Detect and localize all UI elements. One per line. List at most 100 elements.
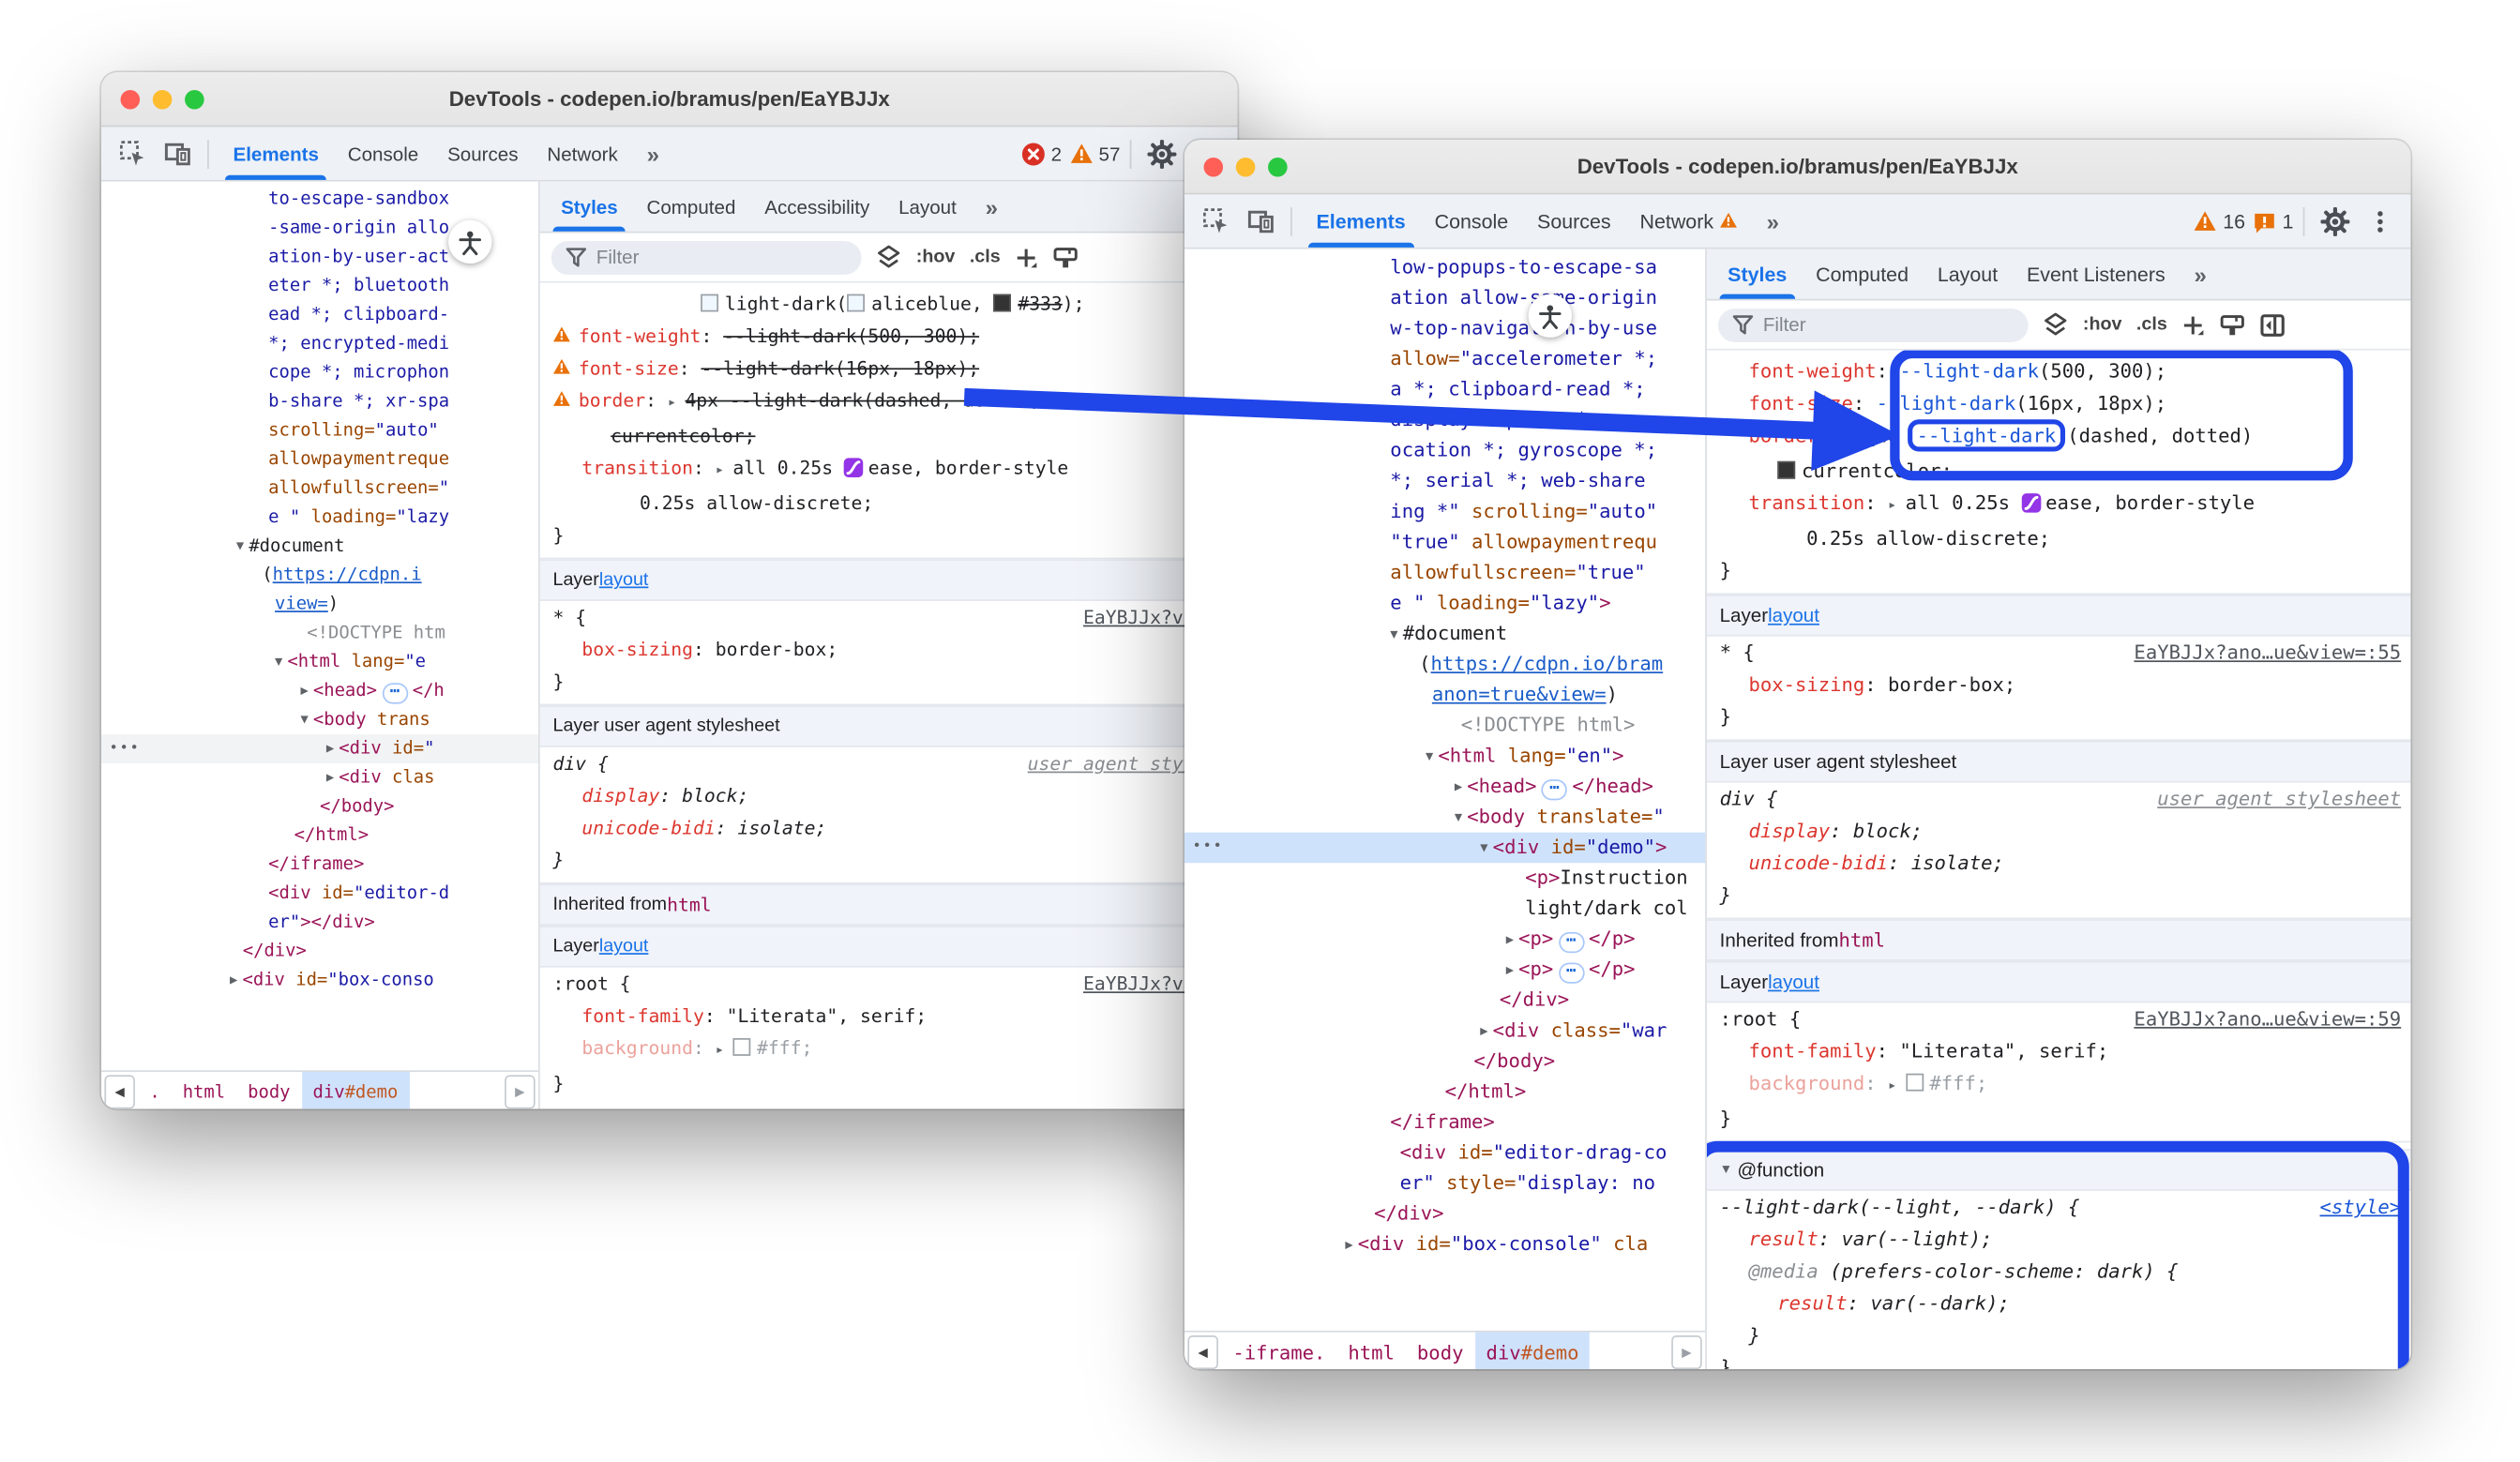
dom-tree-line[interactable]: allowfullscreen="true"	[1185, 558, 1705, 589]
dom-tree-line[interactable]: eter *; bluetooth	[101, 272, 538, 301]
breadcrumb-item[interactable]: body	[236, 1072, 301, 1108]
pane-tab-accessibility[interactable]: Accessibility	[750, 182, 884, 232]
toggle-element-class-cls[interactable]: .cls	[2136, 315, 2167, 335]
style-declaration[interactable]: 0.25s allow-discrete;	[540, 487, 1238, 519]
dom-tree-line[interactable]: ▼<html lang="e	[101, 648, 538, 677]
dom-tree-line[interactable]: </html>	[101, 821, 538, 851]
error-count-badge[interactable]: 2	[1022, 143, 1062, 165]
dom-tree-line[interactable]: b-share *; xr-spa	[101, 387, 538, 416]
tab-console[interactable]: Console	[333, 127, 432, 180]
style-declaration[interactable]: }	[1707, 1351, 2411, 1369]
dom-tree-line[interactable]: cope *; microphon	[101, 358, 538, 387]
color-swatch[interactable]	[1777, 461, 1795, 479]
style-declaration[interactable]: transition: ▸ all 0.25s ease, border-sty…	[1707, 487, 2411, 522]
style-declaration[interactable]: result: var(--light);	[1707, 1223, 2411, 1255]
stylesheet-source-link[interactable]: EaYBJJx?ano…ue&view=:59	[2134, 1002, 2401, 1034]
style-rule[interactable]: user agent styleshdiv {display: block;un…	[540, 747, 1238, 884]
stylesheet-source-link[interactable]: <style>	[2320, 1191, 2402, 1223]
dom-tree-line[interactable]: ing *" scrolling="auto"	[1185, 497, 1705, 528]
style-declaration[interactable]: font-size: --light-dark(16px, 18px);	[540, 352, 1238, 384]
toggle-element-class-cls[interactable]: .cls	[970, 248, 1001, 267]
breadcrumb-item[interactable]: .	[138, 1072, 171, 1108]
twisty-right-icon[interactable]: ▶	[1455, 772, 1462, 803]
plus-icon[interactable]	[1015, 245, 1039, 269]
pane-tab-event-listeners[interactable]: Event Listeners	[2013, 249, 2180, 299]
dom-tree-line[interactable]: ▼<body trans	[101, 705, 538, 734]
twisty-down-icon[interactable]: ▼	[1480, 833, 1487, 864]
breadcrumb-item[interactable]: -iframe.	[1221, 1333, 1336, 1369]
dom-tree-line[interactable]: </iframe>	[1185, 1108, 1705, 1138]
style-declaration[interactable]: font-weight: --light-dark(500, 300);	[540, 320, 1238, 352]
dom-tree-line[interactable]: e " loading="lazy">	[1185, 588, 1705, 619]
dom-tree-line[interactable]: •••▼<div id="demo">	[1185, 833, 1705, 864]
ellipsis-expand-icon[interactable]: ⋯	[382, 683, 407, 703]
issues-count-badge[interactable]: 1	[2254, 210, 2294, 233]
twisty-down-icon[interactable]: ▼	[1720, 1161, 1733, 1175]
easing-bezier-icon[interactable]	[2021, 493, 2041, 513]
dom-tree-line[interactable]: ▼<body translate="	[1185, 802, 1705, 833]
breadcrumb-item[interactable]: div#demo	[1474, 1333, 1590, 1369]
style-declaration[interactable]: user agent styleshdiv {	[540, 747, 1238, 779]
dom-tree-line[interactable]: (https://cdpn.i	[101, 561, 538, 590]
breadcrumb-item[interactable]: html	[1336, 1333, 1406, 1369]
style-declaration[interactable]: currentcolor;	[540, 419, 1238, 451]
style-declaration[interactable]: }	[540, 844, 1238, 876]
tab-network[interactable]: Network	[533, 127, 632, 180]
dom-tree-line[interactable]: ▶<p>⋯</p>	[1185, 955, 1705, 986]
warning-count-badge[interactable]: 57	[1070, 143, 1121, 165]
style-declaration[interactable]: unicode-bidi: isolate;	[1707, 847, 2411, 879]
style-rule[interactable]: font-weight: --light-dark(500, 300);font…	[1707, 355, 2411, 595]
tab--[interactable]: »	[1752, 194, 1793, 248]
dom-tree-line[interactable]: ▶<p>⋯</p>	[1185, 924, 1705, 955]
style-declaration[interactable]: }	[1707, 701, 2411, 732]
color-swatch[interactable]	[701, 294, 718, 312]
color-swatch[interactable]	[1906, 1074, 1924, 1092]
tab-elements[interactable]: Elements	[219, 127, 333, 180]
style-declaration[interactable]: font-family: "Literata", serif;	[540, 1000, 1238, 1032]
dom-tree-line[interactable]: ▼#document	[1185, 619, 1705, 650]
twisty-down-icon[interactable]: ▼	[1426, 741, 1433, 772]
dom-tree-line[interactable]: allowpaymentreque	[101, 445, 538, 475]
style-declaration[interactable]: background: ▸ #fff;	[540, 1032, 1238, 1067]
dom-tree-line[interactable]: <p>Instruction	[1185, 863, 1705, 894]
dom-tree-line[interactable]: ▶<div id="box-conso	[101, 966, 538, 995]
dom-tree-line[interactable]: ▼#document	[101, 532, 538, 561]
style-declaration[interactable]: }	[540, 1067, 1238, 1099]
style-rule[interactable]: user agent stylesheetdiv {display: block…	[1707, 783, 2411, 920]
dom-tree-line[interactable]: ▶<head>⋯</head>	[1185, 772, 1705, 803]
dom-tree-line[interactable]: <!DOCTYPE htm	[101, 619, 538, 648]
dom-tree-line[interactable]: anon=true&view=)	[1185, 680, 1705, 711]
style-declaration[interactable]: border: ▸ 4px --light-dark(dashed, dotte…	[540, 384, 1238, 420]
color-swatch[interactable]	[732, 1038, 750, 1056]
style-declaration[interactable]: box-sizing: border-box;	[1707, 669, 2411, 701]
dom-tree-line[interactable]: </html>	[1185, 1077, 1705, 1108]
dom-tree-line[interactable]: ▶<div class="war	[1185, 1016, 1705, 1047]
dom-tree-line[interactable]: allowfullscreen="	[101, 475, 538, 504]
twisty-down-icon[interactable]: ▼	[275, 648, 282, 677]
dom-tree-line[interactable]: view=)	[101, 590, 538, 619]
style-declaration[interactable]: }	[1707, 554, 2411, 586]
style-declaration[interactable]: border: ▸ 4px --light-dark(dashed, dotte…	[1707, 419, 2411, 455]
tab-sources[interactable]: Sources	[1523, 194, 1625, 248]
dom-tree-line[interactable]: </div>	[1185, 1198, 1705, 1229]
style-declaration[interactable]: unicode-bidi: isolate;	[540, 811, 1238, 843]
style-rule[interactable]: light-dark(aliceblue, #333);font-weight:…	[540, 288, 1238, 560]
plus-icon[interactable]	[2181, 312, 2206, 337]
dom-tree-line[interactable]: •••▶<div id="	[101, 734, 538, 763]
dom-tree-line[interactable]: low-popups-to-escape-sa	[1185, 252, 1705, 283]
tab-network[interactable]: Network	[1625, 194, 1752, 248]
style-rule[interactable]: EaYBJJx?view=:root {font-family: "Litera…	[540, 968, 1238, 1106]
dom-tree-line[interactable]: <div id="editor-d	[101, 879, 538, 908]
style-declaration[interactable]: font-weight: --light-dark(500, 300);	[1707, 355, 2411, 387]
pane-tab-styles[interactable]: Styles	[547, 182, 632, 232]
inspect-element-icon[interactable]	[111, 134, 153, 173]
warning-count-badge[interactable]: 16	[2194, 210, 2245, 233]
twisty-right-icon[interactable]: ▶	[230, 966, 237, 995]
style-declaration[interactable]: user agent stylesheetdiv {	[1707, 783, 2411, 815]
dom-tree-line[interactable]: (https://cdpn.io/bram	[1185, 649, 1705, 680]
dom-tree-line[interactable]: <!DOCTYPE html>	[1185, 710, 1705, 741]
dom-tree-line[interactable]: ▼<html lang="en">	[1185, 741, 1705, 772]
easing-bezier-icon[interactable]	[844, 458, 864, 477]
style-declaration[interactable]: @media (prefers-color-scheme: dark) {	[1707, 1255, 2411, 1287]
dom-tree-line[interactable]: light/dark col	[1185, 894, 1705, 925]
